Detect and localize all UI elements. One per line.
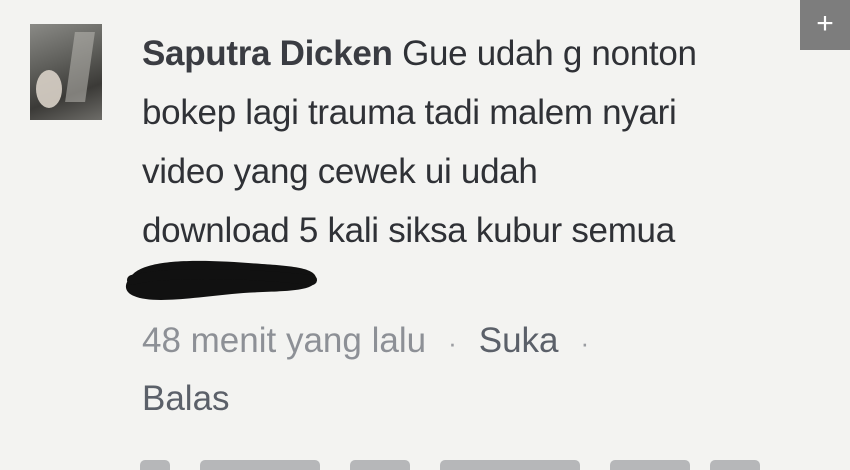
plus-icon[interactable]: + — [800, 0, 850, 50]
comment-line-3: video yang cewek ui udah — [142, 152, 538, 191]
like-button[interactable]: Suka — [479, 321, 559, 360]
avatar-face — [36, 70, 62, 108]
comment-meta: 48 menit yang lalu · Suka · — [142, 318, 611, 366]
comment-timestamp[interactable]: 48 menit yang lalu — [142, 321, 426, 360]
next-comment-cutoff — [140, 456, 760, 470]
comment-body: Saputra Dicken Gue udah g nonton bokep l… — [142, 24, 832, 260]
separator-dot: · — [448, 327, 457, 358]
comment-line-1: Saputra Dicken Gue udah g nonton — [142, 24, 832, 83]
avatar-highlight — [65, 32, 95, 102]
avatar[interactable] — [30, 24, 102, 120]
separator-dot: · — [580, 327, 590, 358]
comment-line-2: bokep lagi trauma tadi malem nyari — [142, 93, 677, 132]
reply-button[interactable]: Balas — [142, 376, 230, 422]
comment-text-1: Gue udah g nonton — [402, 34, 697, 73]
comment-author[interactable]: Saputra Dicken — [142, 34, 393, 73]
redaction-scribble — [125, 260, 317, 300]
